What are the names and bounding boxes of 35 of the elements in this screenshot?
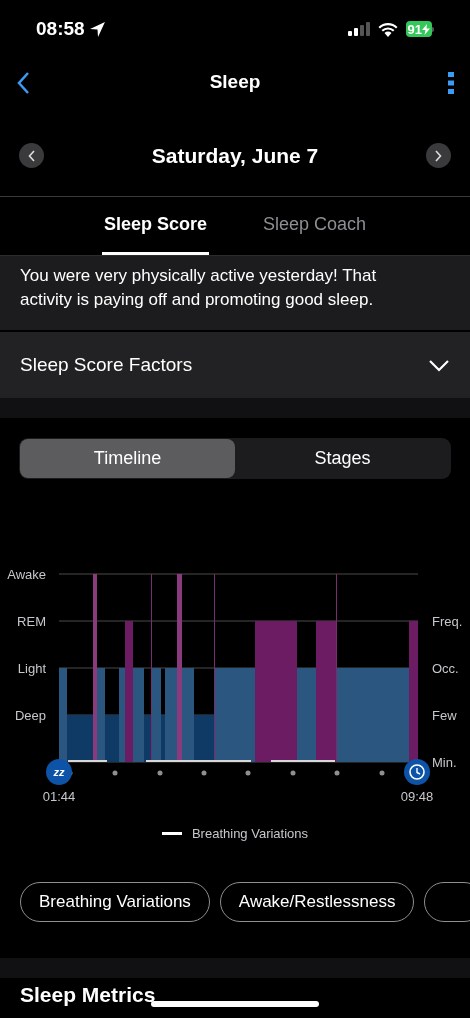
battery-indicator: 91	[405, 21, 434, 37]
sleep-start-icon-label: zz	[53, 766, 65, 778]
page-title: Sleep	[209, 70, 261, 95]
stage-label: REM	[17, 614, 46, 629]
left-chevron-icon	[27, 149, 36, 162]
stage-label: Deep	[14, 708, 46, 723]
clock-time: 08:58	[36, 16, 85, 41]
section-title: Sleep Metrics	[20, 982, 156, 1006]
location-arrow-icon	[88, 20, 106, 38]
previous-day-button[interactable]	[19, 143, 44, 168]
sleep-start-icon	[46, 759, 72, 785]
wifi-icon	[377, 21, 398, 37]
next-day-button[interactable]	[426, 143, 451, 168]
breathing-level-label: Min.	[432, 755, 457, 770]
breathing-level-label: Few	[432, 708, 457, 723]
back-chevron-icon	[16, 70, 30, 95]
tab[interactable]: Sleep Coach	[261, 197, 369, 255]
start-time: 01:44	[42, 789, 76, 804]
segment-option[interactable]: Timeline	[20, 439, 235, 478]
breathing-level-label: Occ.	[432, 661, 459, 676]
stage-label: Light	[17, 661, 46, 676]
sleep-message: You were very physically active yesterday! That activity is paying off and promoting good sleep.	[20, 265, 378, 311]
menu-dots-icon	[448, 71, 454, 94]
chevron-icon	[428, 358, 450, 372]
end-time: 09:48	[400, 789, 434, 804]
legend-line-icon	[161, 832, 182, 836]
segment-option[interactable]: Stages	[235, 439, 450, 478]
signal-icon	[347, 22, 370, 36]
breathing-level-label: Freq.	[432, 614, 463, 629]
sleep-score-factors-row[interactable]: Sleep Score Factors	[0, 332, 470, 398]
stage-label: Awake	[7, 567, 46, 582]
date-label: Saturday, June 7	[151, 142, 319, 169]
right-chevron-icon	[434, 149, 443, 162]
alarm-clock-icon	[404, 759, 430, 785]
legend-label: Breathing Variations	[191, 825, 309, 843]
